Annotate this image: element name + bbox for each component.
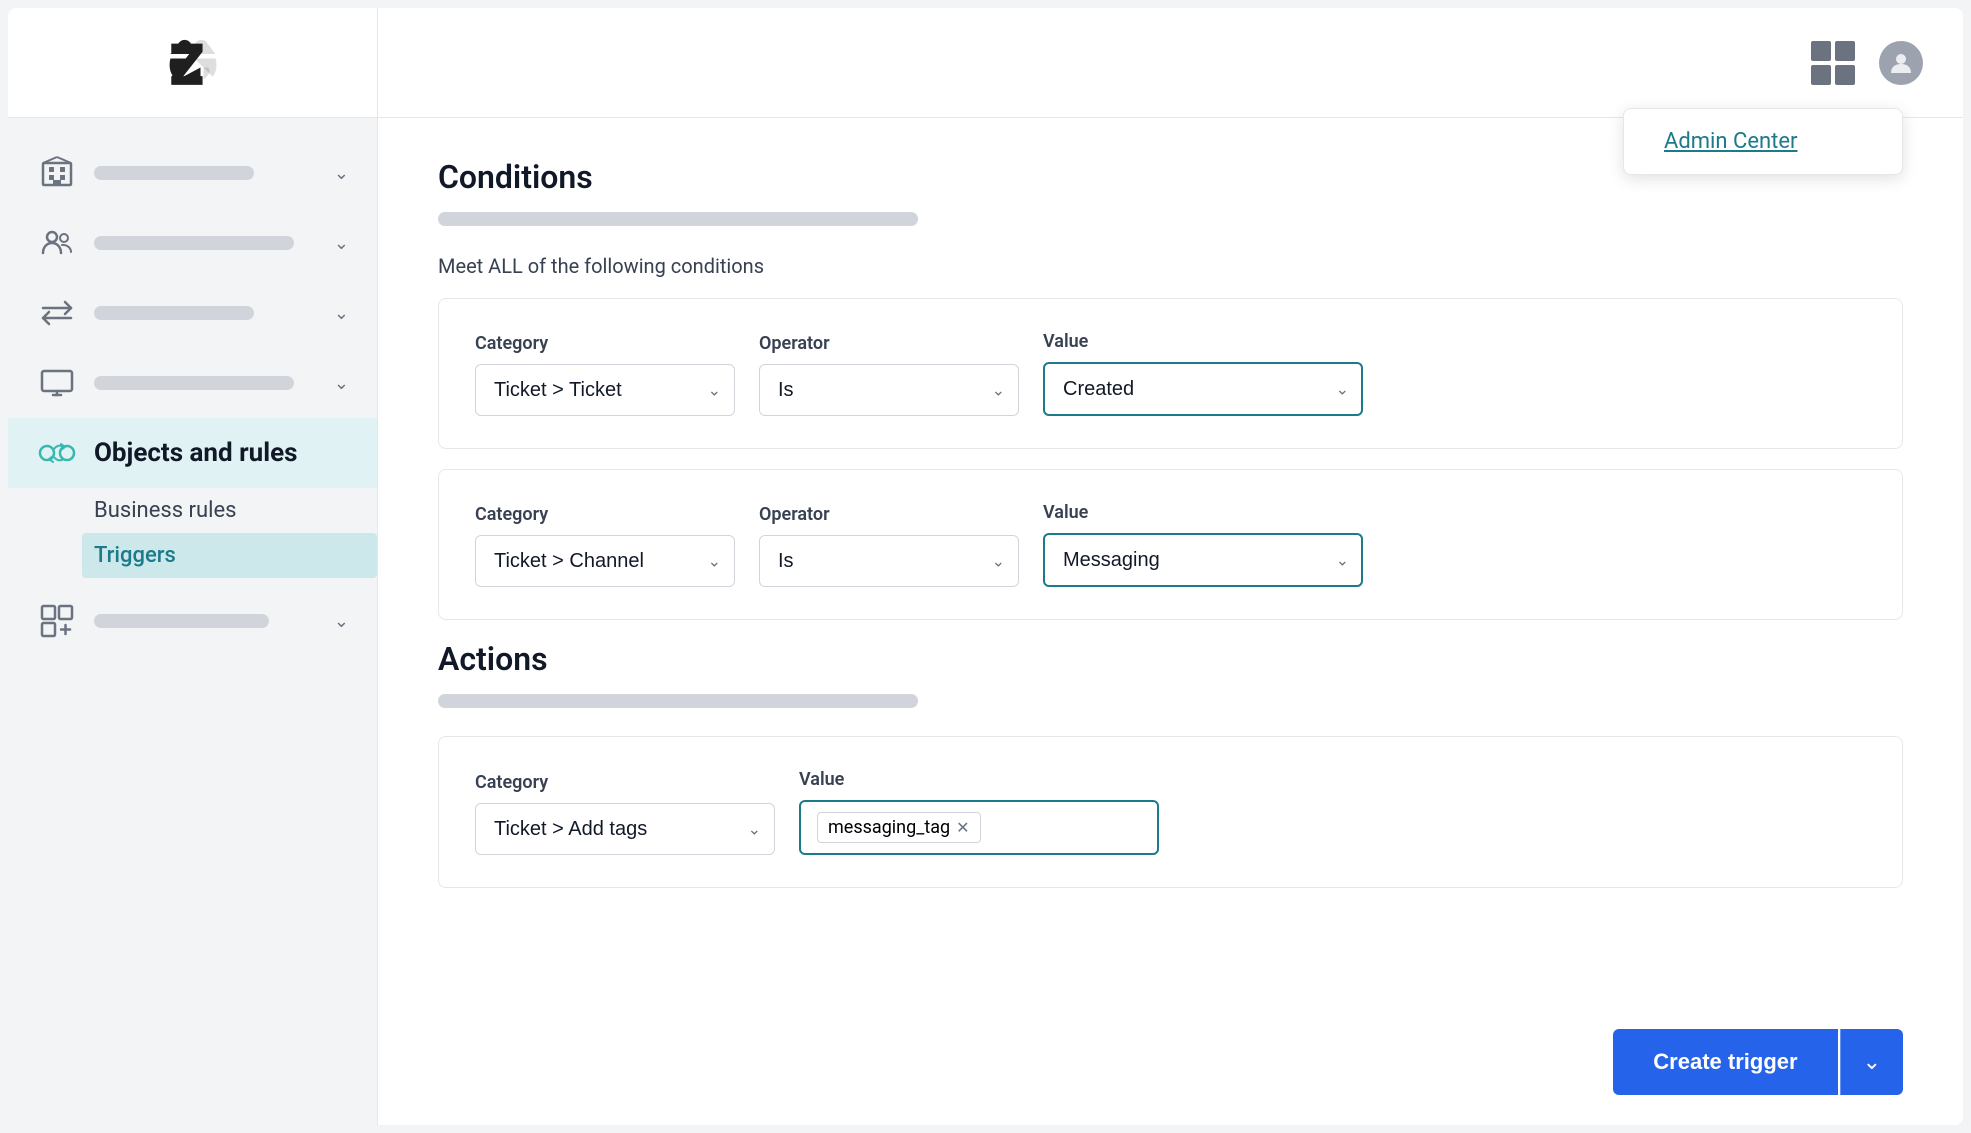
header-icons — [1811, 41, 1923, 85]
arrows-icon — [36, 292, 78, 334]
chevron-down-icon: ⌄ — [334, 233, 349, 254]
tag-text: messaging_tag — [828, 817, 950, 838]
sidebar-item-channels[interactable]: ⌄ — [8, 278, 377, 348]
admin-center-link[interactable]: Admin Center — [1664, 129, 1797, 154]
field-group-category-1: Category Ticket > Ticket ⌄ — [475, 333, 735, 416]
action-card-1: Category Ticket > Add tags ⌄ Value — [438, 736, 1903, 888]
admin-center-dropdown: Admin Center — [1623, 108, 1903, 175]
value-label-1: Value — [1043, 331, 1363, 352]
sidebar-item-apps[interactable]: ⌄ — [8, 586, 377, 656]
value-select-wrapper-2: Messaging ⌄ — [1043, 533, 1363, 587]
objects-rules-icon — [36, 432, 78, 474]
actions-section: Actions Category Ticket > Add tags ⌄ — [438, 640, 1903, 888]
nav-item-channels-bars — [94, 304, 326, 322]
nav-item-people-bars — [94, 234, 326, 252]
value-select-1[interactable]: Created — [1043, 362, 1363, 416]
action-row-1: Category Ticket > Add tags ⌄ Value — [475, 769, 1866, 855]
action-category-label: Category — [475, 772, 775, 793]
condition-card-1: Category Ticket > Ticket ⌄ Operator — [438, 298, 1903, 449]
action-category-select[interactable]: Ticket > Add tags — [475, 803, 775, 855]
chevron-down-icon: ⌄ — [334, 611, 349, 632]
create-trigger-button[interactable]: Create trigger — [1613, 1029, 1837, 1095]
tag-remove-icon[interactable]: ✕ — [956, 818, 969, 837]
chevron-down-icon: ⌄ — [334, 373, 349, 394]
nav-items: ⌄ ⌄ ⌄ — [8, 118, 377, 1125]
buildings-icon — [36, 152, 78, 194]
chevron-down-icon: ⌄ — [334, 303, 349, 324]
nav-item-monitor-bars — [94, 374, 326, 392]
action-category-select-wrapper: Ticket > Add tags ⌄ — [475, 803, 775, 855]
tags-input[interactable]: messaging_tag ✕ — [799, 800, 1159, 855]
value-select-wrapper-1: Created ⌄ — [1043, 362, 1363, 416]
sidebar-item-people[interactable]: ⌄ — [8, 208, 377, 278]
sidebar-item-monitor[interactable]: ⌄ — [8, 348, 377, 418]
logo-area: 𝐙 — [8, 8, 377, 118]
field-group-action-category: Category Ticket > Add tags ⌄ — [475, 772, 775, 855]
sidebar-item-triggers[interactable]: Triggers — [82, 533, 377, 578]
nav-item-buildings-bars — [94, 164, 326, 182]
chevron-down-icon: ⌄ — [334, 163, 349, 184]
value-select-2[interactable]: Messaging — [1043, 533, 1363, 587]
objects-rules-label: Objects and rules — [94, 438, 297, 468]
sidebar: 𝐙 ⌄ ⌄ — [8, 8, 378, 1125]
field-group-category-2: Category Ticket > Channel ⌄ — [475, 504, 735, 587]
field-group-operator-1: Operator Is ⌄ — [759, 333, 1019, 416]
actions-bar — [438, 694, 918, 708]
header-bar — [378, 8, 1963, 118]
category-label-2: Category — [475, 504, 735, 525]
category-select-2[interactable]: Ticket > Channel — [475, 535, 735, 587]
operator-select-wrapper-1: Is ⌄ — [759, 364, 1019, 416]
content-area: Conditions Meet ALL of the following con… — [378, 118, 1963, 1125]
operator-select-1[interactable]: Is — [759, 364, 1019, 416]
field-group-operator-2: Operator Is ⌄ — [759, 504, 1019, 587]
conditions-bar — [438, 212, 918, 226]
category-select-wrapper-1: Ticket > Ticket ⌄ — [475, 364, 735, 416]
zendesk-logo: 𝐙 — [163, 33, 223, 93]
operator-select-wrapper-2: Is ⌄ — [759, 535, 1019, 587]
operator-label-1: Operator — [759, 333, 1019, 354]
svg-text:𝐙: 𝐙 — [170, 36, 203, 93]
sidebar-item-buildings[interactable]: ⌄ — [8, 138, 377, 208]
apps-icon — [36, 600, 78, 642]
condition-row-1: Category Ticket > Ticket ⌄ Operator — [475, 331, 1866, 416]
category-select-wrapper-2: Ticket > Channel ⌄ — [475, 535, 735, 587]
field-group-action-value: Value messaging_tag ✕ — [799, 769, 1159, 855]
category-label-1: Category — [475, 333, 735, 354]
action-value-label: Value — [799, 769, 1159, 790]
value-label-2: Value — [1043, 502, 1363, 523]
operator-select-2[interactable]: Is — [759, 535, 1019, 587]
condition-row-2: Category Ticket > Channel ⌄ Operator — [475, 502, 1866, 587]
condition-card-2: Category Ticket > Channel ⌄ Operator — [438, 469, 1903, 620]
monitor-icon — [36, 362, 78, 404]
create-trigger-chevron-button[interactable]: ⌄ — [1840, 1029, 1903, 1095]
conditions-section: Conditions Meet ALL of the following con… — [438, 158, 1903, 620]
sidebar-item-objects-rules[interactable]: Objects and rules — [8, 418, 377, 488]
sidebar-item-business-rules[interactable]: Business rules — [94, 488, 377, 533]
sub-nav-objects-rules: Business rules Triggers — [8, 488, 377, 578]
field-group-value-2: Value Messaging ⌄ — [1043, 502, 1363, 587]
tag-chip-messaging: messaging_tag ✕ — [817, 812, 981, 843]
category-select-1[interactable]: Ticket > Ticket — [475, 364, 735, 416]
nav-item-apps-bars — [94, 612, 326, 630]
people-icon — [36, 222, 78, 264]
grid-apps-icon[interactable] — [1811, 41, 1855, 85]
operator-label-2: Operator — [759, 504, 1019, 525]
actions-title: Actions — [438, 640, 1903, 678]
bottom-action-bar: Create trigger ⌄ — [1613, 1029, 1903, 1095]
main-content: Admin Center Conditions Meet ALL of the … — [378, 8, 1963, 1125]
meet-all-text: Meet ALL of the following conditions — [438, 254, 1903, 278]
field-group-value-1: Value Created ⌄ — [1043, 331, 1363, 416]
user-avatar[interactable] — [1879, 41, 1923, 85]
